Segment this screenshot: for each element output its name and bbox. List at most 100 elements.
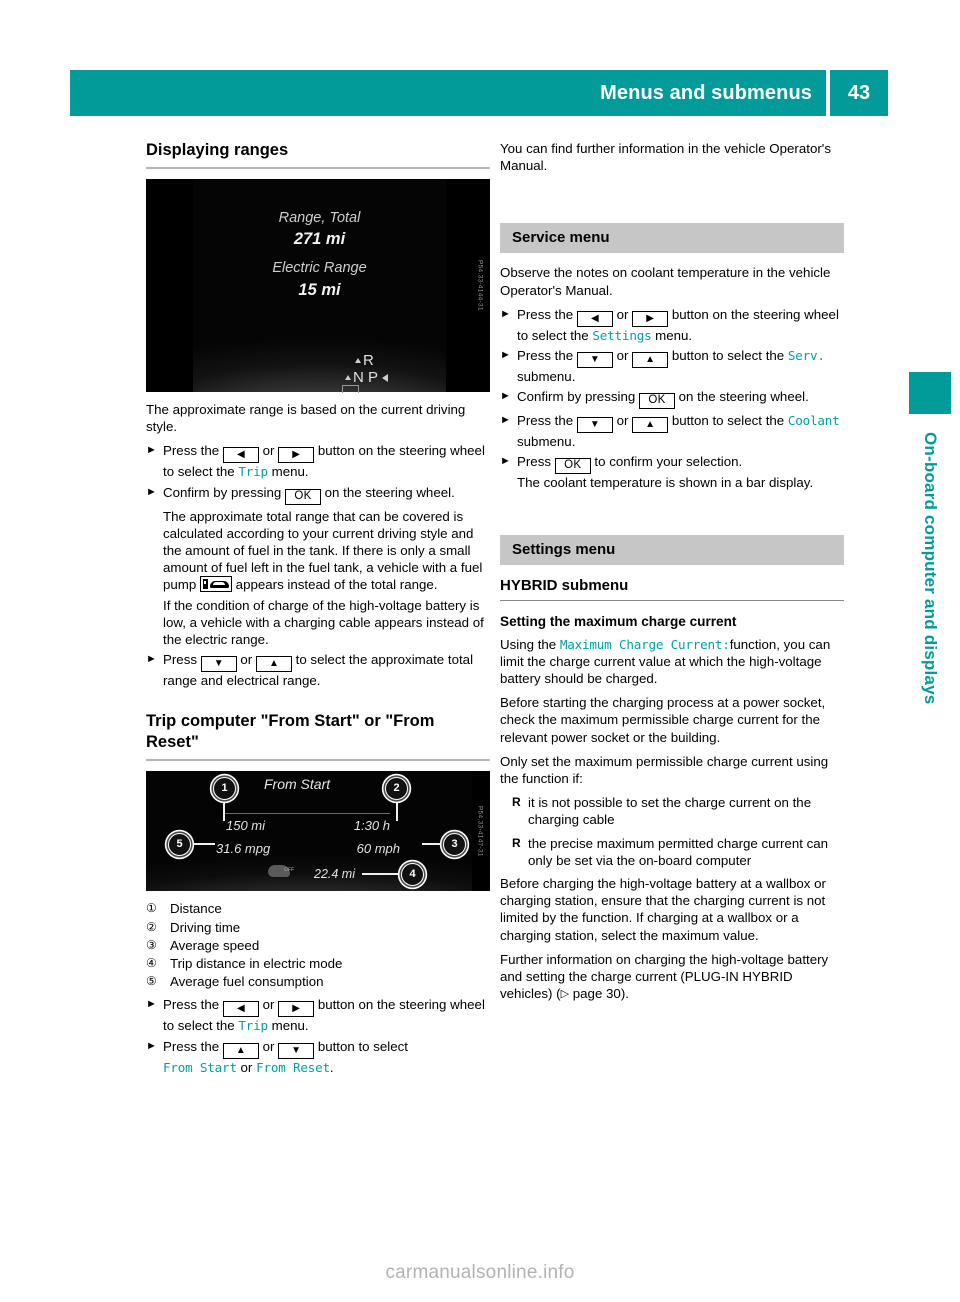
step-triangle-icon: ► [146, 1039, 157, 1052]
step-text-fragment: or [240, 1059, 253, 1075]
charge-paragraph-3: Only set the maximum permissible charge … [500, 753, 829, 787]
step-triangle-icon: ► [500, 455, 511, 468]
up-arrow-button[interactable]: ▲ [632, 352, 669, 369]
step-text-fragment: Press the [163, 1038, 220, 1054]
step-text: Press the ◀ or ▶ button on the steering … [517, 306, 844, 344]
bullet-icon: R [512, 795, 521, 810]
down-arrow-button[interactable]: ▼ [576, 352, 613, 369]
step-text: Press the ◀ or ▶ button on the steering … [163, 996, 490, 1034]
section-heading-settings-menu: Settings menu [500, 534, 844, 565]
step-triangle-icon: ► [146, 485, 157, 498]
legend-number: ③ [146, 937, 157, 952]
callout-leader-line [396, 797, 398, 822]
page-number: 43 [847, 81, 871, 104]
step-text-fragment: Press the [163, 997, 220, 1013]
bullet-icon: R [512, 835, 521, 850]
up-arrow-button[interactable]: ▲ [222, 1042, 259, 1059]
footer-watermark: carmanualsonline.info [385, 1262, 575, 1283]
chapter-tab-marker [909, 372, 951, 414]
page-title: Menus and submenus [600, 81, 812, 104]
paragraph-fragment: Further information on charging the high… [500, 951, 829, 1002]
trip-mode-title: From Start [264, 776, 331, 793]
left-arrow-button[interactable]: ◀ [222, 1001, 259, 1018]
bullet-text: the precise maximum permitted charge cur… [528, 835, 829, 868]
option-from-reset: From Reset [256, 1059, 330, 1075]
step-text-fragment: submenu. [517, 369, 576, 385]
ok-button[interactable]: OK [284, 488, 321, 505]
bullet-text: it is not possible to set the charge cur… [528, 795, 812, 828]
left-arrow-button[interactable]: ◀ [576, 310, 613, 327]
paragraph-fragment: ). [620, 986, 629, 1002]
step-select-from-start-or-reset: ► Press the ▲ or ▼ button to select From… [146, 1038, 490, 1076]
trip-driving-time-value: 1:30 h [353, 818, 390, 834]
chapter-side-tab: On-board computer and displays [900, 372, 960, 704]
legend-number: ① [146, 901, 157, 916]
step-text-fragment: or [262, 443, 275, 459]
step-triangle-icon: ► [500, 307, 511, 320]
step-text-fragment: or [262, 997, 275, 1013]
step-text-fragment: or [262, 1038, 275, 1054]
step-text-fragment: submenu. [517, 434, 576, 450]
step-text: Press ▼ or ▲ to select the approximate t… [163, 651, 490, 689]
step-text: Press the ▲ or ▼ button to select From S… [163, 1038, 490, 1076]
down-arrow-button[interactable]: ▼ [200, 656, 237, 673]
step-confirm-ok: ► Confirm by pressing OK on the steering… [146, 484, 490, 505]
step-select-range-type: ► Press ▼ or ▲ to select the approximate… [146, 651, 490, 689]
legend-label: Trip distance in electric mode [170, 956, 343, 972]
header-title-box: Menus and submenus [70, 70, 826, 116]
step-select-trip-menu: ► Press the ◀ or ▶ button on the steerin… [146, 442, 490, 480]
list-item: ③ Average speed [146, 937, 490, 954]
step-text-fragment: Confirm by pressing [517, 389, 636, 405]
chapter-tab-label: On-board computer and displays [921, 432, 940, 705]
left-arrow-button[interactable]: ◀ [222, 447, 259, 464]
gear-np-row: N P [344, 369, 388, 386]
right-arrow-button[interactable]: ▶ [278, 447, 315, 464]
step-text-fragment: . [329, 1059, 334, 1075]
right-arrow-button[interactable]: ▶ [278, 1001, 315, 1018]
legend-label: Average speed [170, 937, 260, 953]
step-confirm-ok-service: ► Confirm by pressing OK on the steering… [500, 388, 844, 410]
triangle-left-icon [382, 374, 388, 382]
step-text-fragment: Confirm by pressing [163, 484, 282, 500]
legend-label: Average fuel consumption [170, 974, 324, 990]
heading-setting-max-charge-current: Setting the maximum charge current [500, 613, 737, 629]
note-text-end: appears instead of the total range. [235, 577, 438, 593]
right-arrow-button[interactable]: ▶ [632, 310, 669, 327]
step-text-fragment: Press the [517, 348, 574, 364]
step-triangle-icon: ► [146, 998, 157, 1011]
menu-name-trip: Trip [238, 1018, 268, 1034]
list-item: R the precise maximum permitted charge c… [512, 835, 844, 869]
step-text: Confirm by pressing OK on the steering w… [517, 388, 844, 410]
down-arrow-button[interactable]: ▼ [576, 417, 613, 434]
step-text-fragment: Press the [517, 413, 574, 429]
step-text-fragment: on the steering [324, 484, 413, 500]
step-triangle-icon: ► [500, 414, 511, 427]
cross-reference-page: page 30 [572, 986, 621, 1002]
section-title-displaying-ranges: Displaying ranges [146, 141, 289, 159]
ok-button[interactable]: OK [554, 458, 591, 475]
triangle-up-icon [344, 375, 351, 380]
right-column: You can find further information in the … [500, 140, 844, 1010]
step-text-fragment: Press the [517, 306, 574, 322]
gear-p-label: P [367, 369, 378, 386]
up-arrow-button[interactable]: ▲ [632, 417, 669, 434]
step-text: Confirm by pressing OK on the steering w… [163, 484, 490, 505]
step-text-fragment: Press [163, 652, 197, 668]
legend-number: ② [146, 919, 157, 934]
down-arrow-button[interactable]: ▼ [278, 1042, 315, 1059]
step-text-fragment: button to select [317, 1038, 408, 1054]
function-name-maximum-charge-current: Maximum Charge Current: [559, 636, 730, 652]
right-intro-paragraph: You can find further information in the … [500, 141, 831, 174]
step-select-trip-menu-2: ► Press the ◀ or ▶ button on the steerin… [146, 996, 490, 1034]
step-confirm-selection: ► Press OK to confirm your selection. Th… [500, 453, 844, 491]
step-note-coolant-bar: The coolant temperature is shown in a ba… [517, 475, 814, 491]
step-triangle-icon: ► [500, 349, 511, 362]
step-select-coolant-submenu: ► Press the ▼ or ▲ button to select the … [500, 412, 844, 450]
up-arrow-button[interactable]: ▲ [255, 656, 292, 673]
ok-button[interactable]: OK [638, 393, 675, 410]
step-text-fragment: button on the steering [317, 997, 447, 1013]
step-text-fragment: or [240, 652, 253, 668]
menu-name-trip: Trip [238, 464, 268, 480]
step-text-fragment: button on the steering [317, 443, 447, 459]
